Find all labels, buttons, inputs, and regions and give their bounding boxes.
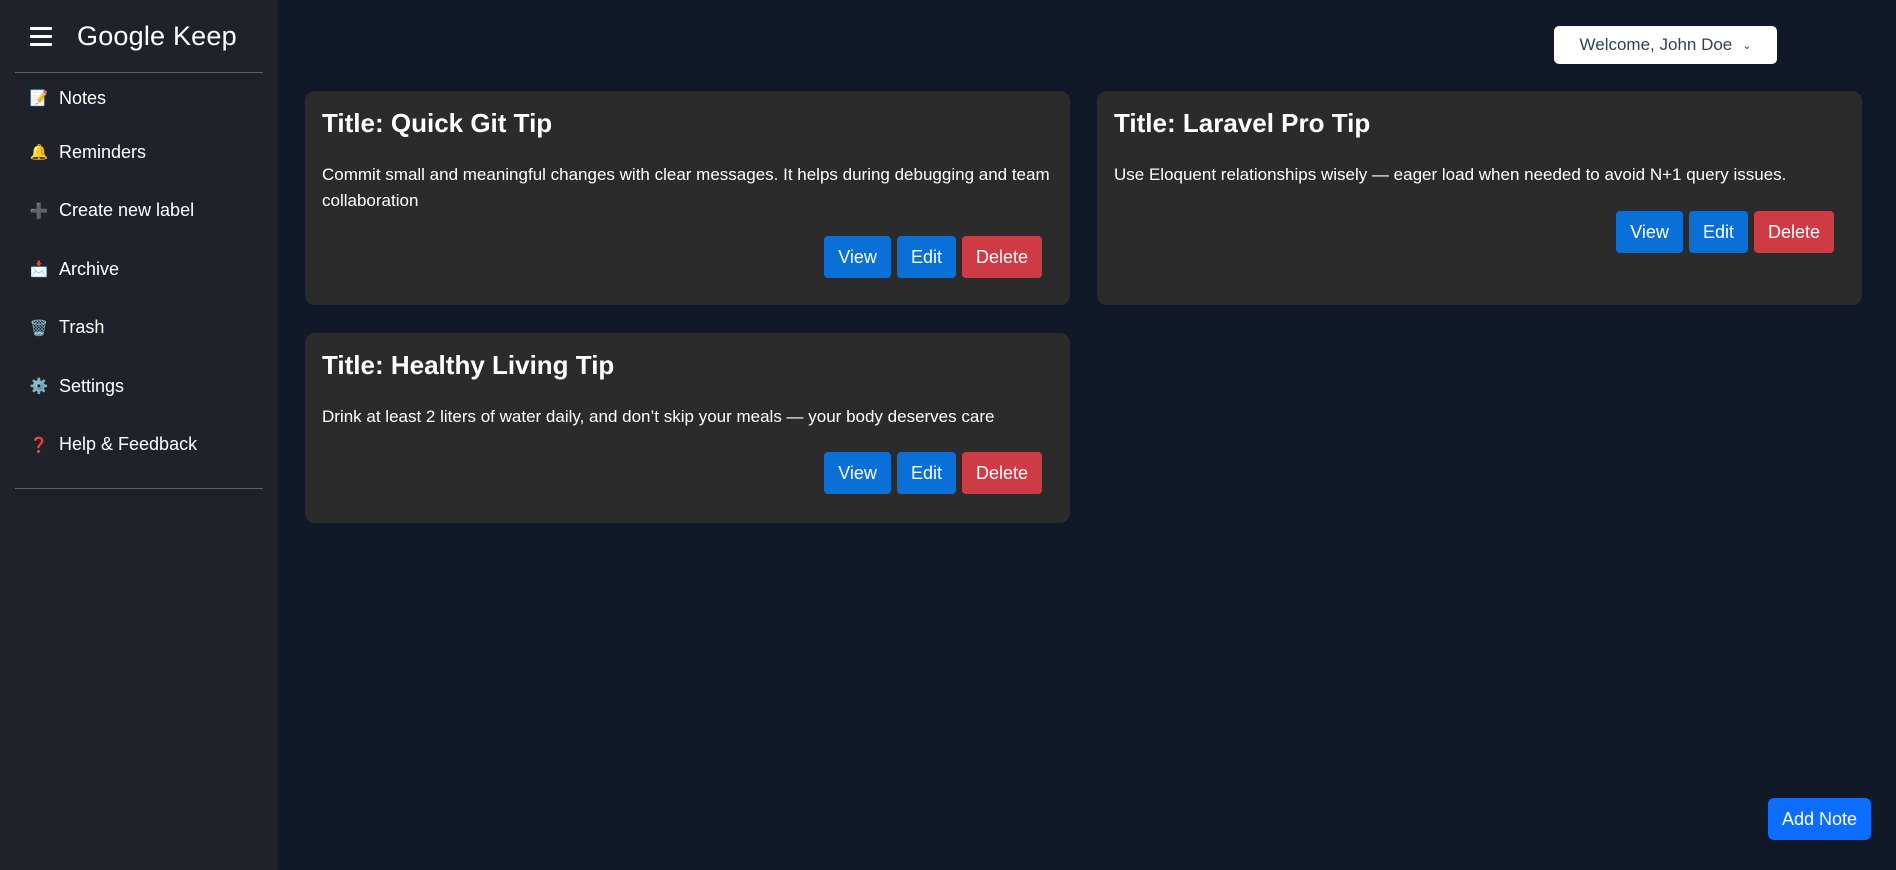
sidebar-item-archive[interactable]: 📩 Archive bbox=[15, 240, 263, 299]
user-menu-dropdown[interactable]: Welcome, John Doe ⌄ bbox=[1554, 26, 1777, 64]
sidebar-item-label: Notes bbox=[59, 87, 107, 108]
delete-button[interactable]: Delete bbox=[1753, 211, 1834, 253]
view-button[interactable]: View bbox=[824, 236, 891, 278]
edit-button[interactable]: Edit bbox=[896, 236, 956, 278]
note-title: Title: Laravel Pro Tip bbox=[1114, 108, 1371, 138]
welcome-label: Welcome, John Doe bbox=[1579, 35, 1733, 54]
note-actions: View Edit Delete bbox=[824, 236, 1042, 278]
note-card: Title: Quick Git Tip Commit small and me… bbox=[305, 91, 1070, 305]
note-card: Title: Healthy Living Tip Drink at least… bbox=[305, 333, 1070, 523]
plus-icon: ➕ bbox=[29, 202, 49, 220]
note-title: Title: Healthy Living Tip bbox=[322, 350, 615, 380]
trash-icon: 🗑️ bbox=[29, 319, 49, 337]
sidebar-item-trash[interactable]: 🗑️ Trash bbox=[15, 299, 263, 358]
sidebar-item-notes[interactable]: 📝 Notes bbox=[15, 73, 263, 123]
sidebar-nav: 📝 Notes 🔔 Reminders ➕ Create new label 📩… bbox=[15, 73, 263, 489]
sidebar-item-label: Create new label bbox=[59, 200, 195, 221]
note-card: Title: Laravel Pro Tip Use Eloquent rela… bbox=[1097, 91, 1862, 305]
sidebar-item-help[interactable]: ❓ Help & Feedback bbox=[15, 416, 263, 475]
note-actions: View Edit Delete bbox=[1616, 211, 1834, 253]
view-button[interactable]: View bbox=[1616, 211, 1683, 253]
gear-icon: ⚙️ bbox=[29, 378, 49, 396]
edit-button[interactable]: Edit bbox=[896, 452, 956, 494]
edit-button[interactable]: Edit bbox=[1688, 211, 1748, 253]
sidebar-item-settings[interactable]: ⚙️ Settings bbox=[15, 357, 263, 416]
delete-button[interactable]: Delete bbox=[961, 236, 1042, 278]
sidebar-item-reminders[interactable]: 🔔 Reminders bbox=[15, 123, 263, 182]
note-body: Use Eloquent relationships wisely — eage… bbox=[1114, 164, 1787, 184]
sidebar-item-label: Settings bbox=[59, 375, 125, 396]
sidebar-item-label: Reminders bbox=[59, 141, 147, 162]
note-title: Title: Quick Git Tip bbox=[322, 108, 553, 138]
sidebar-item-label: Help & Feedback bbox=[59, 434, 198, 455]
hamburger-menu-icon[interactable] bbox=[30, 26, 52, 46]
note-body: Drink at least 2 liters of water daily, … bbox=[322, 406, 995, 426]
note-body: Commit small and meaningful changes with… bbox=[322, 164, 1050, 210]
note-actions: View Edit Delete bbox=[824, 452, 1042, 494]
sidebar-item-label: Archive bbox=[59, 258, 120, 279]
view-button[interactable]: View bbox=[824, 452, 891, 494]
app-root: Google Keep 📝 Notes 🔔 Reminders ➕ Create… bbox=[0, 0, 1896, 870]
sidebar-item-create-label[interactable]: ➕ Create new label bbox=[15, 182, 263, 241]
chevron-down-icon: ⌄ bbox=[1742, 39, 1752, 52]
main-content: Welcome, John Doe ⌄ Title: Quick Git Tip… bbox=[278, 0, 1896, 870]
inbox-icon: 📩 bbox=[29, 261, 49, 279]
question-icon: ❓ bbox=[29, 436, 49, 454]
brand-header: Google Keep bbox=[15, 0, 263, 73]
sidebar-item-label: Trash bbox=[59, 317, 105, 338]
delete-button[interactable]: Delete bbox=[961, 452, 1042, 494]
notes-icon: 📝 bbox=[29, 90, 49, 107]
app-title: Google Keep bbox=[77, 20, 237, 51]
sidebar: Google Keep 📝 Notes 🔔 Reminders ➕ Create… bbox=[0, 0, 278, 870]
bell-icon: 🔔 bbox=[29, 144, 49, 162]
add-note-button[interactable]: Add Note bbox=[1768, 798, 1872, 840]
